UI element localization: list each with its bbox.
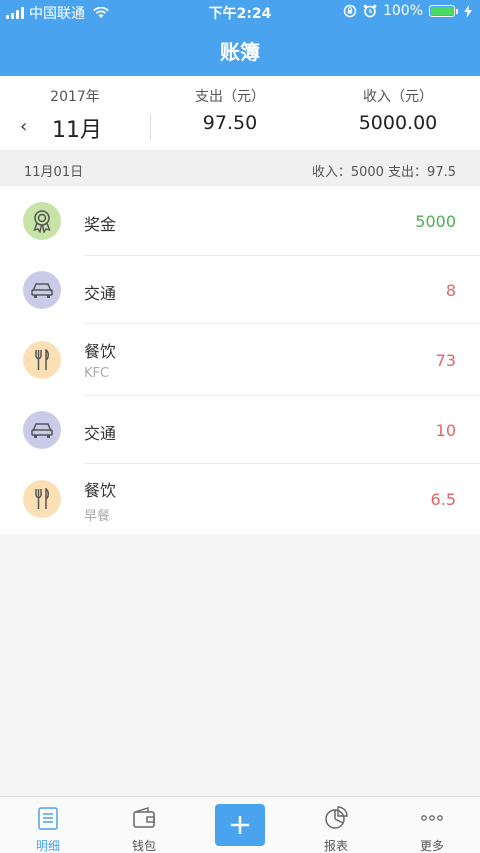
header: 中国联通 下午2:24 100% 账簿 xyxy=(0,0,480,76)
alarm-icon xyxy=(363,4,377,18)
record-amount: 5000 xyxy=(415,212,456,231)
car-icon xyxy=(23,411,61,449)
status-bar: 中国联通 下午2:24 100% xyxy=(0,0,480,24)
fork-knife-icon xyxy=(23,480,61,518)
expense-total: 97.50 xyxy=(202,112,258,134)
pie-chart-icon xyxy=(325,806,348,829)
day-summary: 收入：5000 支出：97.5 xyxy=(311,165,456,180)
record-category: 奖金 xyxy=(84,215,117,234)
tab-label: 报表 xyxy=(323,839,348,853)
tab-label: 更多 xyxy=(419,839,444,853)
income-label: 收入（元） xyxy=(363,89,433,105)
plus-icon xyxy=(231,816,249,834)
add-record-button[interactable] xyxy=(215,804,265,846)
income-total: 5000.00 xyxy=(358,112,438,134)
list-item[interactable]: 交通 8 xyxy=(0,256,480,324)
month-selector[interactable]: 11月 xyxy=(52,112,102,144)
list-item[interactable]: 奖金 5000 xyxy=(0,186,480,256)
tab-details[interactable]: 明细 xyxy=(0,797,96,853)
year-label: 2017年 xyxy=(50,89,100,105)
record-note: 早餐 xyxy=(84,509,111,524)
list-item[interactable]: 餐饮 早餐 6.5 xyxy=(0,464,480,534)
record-category: 交通 xyxy=(84,284,117,303)
tab-label: 明细 xyxy=(35,839,60,853)
record-amount: 6.5 xyxy=(430,490,456,509)
tab-more[interactable]: 更多 xyxy=(384,797,480,853)
previous-month-icon[interactable]: ‹ xyxy=(20,116,27,137)
record-amount: 73 xyxy=(435,351,456,370)
tab-label: 钱包 xyxy=(131,839,156,853)
battery-percent: 100% xyxy=(382,3,423,19)
month-summary: 2017年 ‹ 11月 支出（元） 97.50 收入（元） 5000.00 xyxy=(0,76,480,150)
record-list: 奖金 5000 交通 8 餐饮 KFC 73 交通 10 餐饮 早餐 6.5 xyxy=(0,186,480,534)
list-item[interactable]: 交通 10 xyxy=(0,396,480,464)
day-date: 11月01日 xyxy=(24,165,84,180)
day-header: 11月01日 收入：5000 支出：97.5 xyxy=(0,150,480,186)
record-category: 餐饮 xyxy=(84,481,117,500)
fork-knife-icon xyxy=(23,341,61,379)
record-amount: 10 xyxy=(435,421,456,440)
expense-label: 支出（元） xyxy=(195,89,265,105)
charging-icon xyxy=(464,4,472,18)
award-icon xyxy=(23,202,61,240)
wallet-icon xyxy=(133,807,155,828)
rotation-lock-icon xyxy=(343,4,357,18)
record-note: KFC xyxy=(84,366,110,381)
list-item[interactable]: 餐饮 KFC 73 xyxy=(0,324,480,396)
more-dots-icon xyxy=(421,815,443,821)
page-title: 账簿 xyxy=(220,40,260,64)
battery-icon xyxy=(429,5,458,17)
tab-wallet[interactable]: 钱包 xyxy=(96,797,192,853)
record-category: 交通 xyxy=(84,424,117,443)
tab-add[interactable] xyxy=(192,797,288,853)
tab-reports[interactable]: 报表 xyxy=(288,797,384,853)
record-category: 餐饮 xyxy=(84,342,117,361)
list-doc-icon xyxy=(38,807,58,830)
tab-bar: 明细 钱包 报表 更多 xyxy=(0,796,480,853)
record-amount: 8 xyxy=(445,281,456,300)
car-icon xyxy=(23,271,61,309)
